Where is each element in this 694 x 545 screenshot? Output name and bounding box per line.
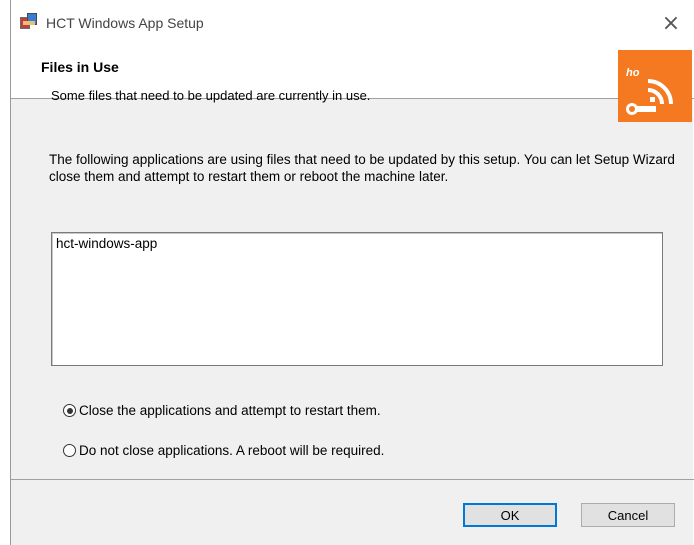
ok-button[interactable]: OK <box>463 503 557 527</box>
applications-list[interactable]: hct-windows-app <box>51 232 663 366</box>
content-area: The following applications are using fil… <box>11 99 694 479</box>
description-text: The following applications are using fil… <box>49 152 675 184</box>
list-item[interactable]: hct-windows-app <box>56 236 157 251</box>
svg-text:ho: ho <box>626 67 640 79</box>
no-close-label[interactable]: Do not close applications. A reboot will… <box>79 443 384 458</box>
title-bar[interactable]: HCT Windows App Setup × <box>11 0 694 46</box>
window-title: HCT Windows App Setup <box>46 15 204 31</box>
cancel-button[interactable]: Cancel <box>581 503 675 527</box>
close-icon: × <box>661 10 681 36</box>
close-apps-option[interactable]: Close the applications and attempt to re… <box>63 403 381 418</box>
close-apps-label[interactable]: Close the applications and attempt to re… <box>79 403 381 418</box>
radio-button-checked[interactable] <box>63 404 76 417</box>
page-title: Files in Use <box>41 59 119 75</box>
header-banner: Files in Use Some files that need to be … <box>11 46 694 122</box>
installer-icon <box>19 11 39 31</box>
no-close-option[interactable]: Do not close applications. A reboot will… <box>63 443 384 458</box>
setup-window: HCT Windows App Setup × Files in Use Som… <box>10 0 694 545</box>
close-button[interactable]: × <box>648 0 694 46</box>
radio-button-unchecked[interactable] <box>63 444 76 457</box>
button-bar: OK Cancel <box>11 479 694 545</box>
